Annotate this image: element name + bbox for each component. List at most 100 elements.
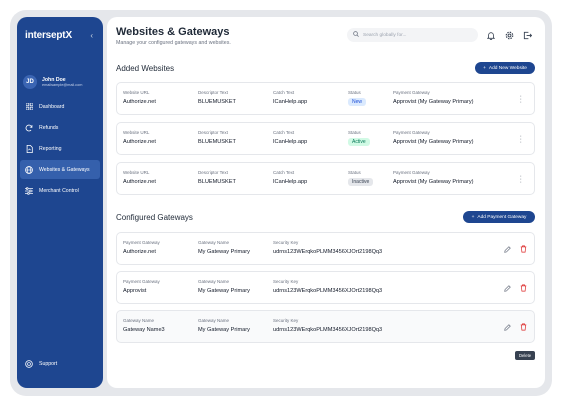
user-profile[interactable]: JD John Doe emailsample@mail.com — [23, 75, 82, 89]
status-badge: Inactive — [348, 178, 374, 186]
field-label: Gateway Name — [123, 318, 155, 323]
descriptor-text: BLUEMUSKET — [198, 179, 236, 185]
collapse-sidebar-icon[interactable]: ‹ — [90, 31, 93, 40]
website-card: Website URL Authorize.net Descriptor Text… — [116, 82, 535, 115]
website-url: Authorize.net — [123, 179, 156, 185]
sidebar-item-refunds[interactable]: Refunds — [20, 118, 100, 137]
added-websites-heading: Added Websites — [116, 64, 175, 73]
sidebar-item-label: Refunds — [39, 124, 59, 131]
status-badge: New — [348, 98, 367, 106]
edit-icon[interactable] — [503, 323, 511, 331]
payment-gateway: Approvist (My Gateway Primary) — [393, 179, 474, 185]
more-options-icon[interactable]: · · · — [520, 93, 522, 106]
descriptor-text: BLUEMUSKET — [198, 99, 236, 105]
field-label: Website URL — [123, 90, 150, 95]
gateway-name: My Gateway Primary — [198, 249, 250, 255]
field-label: Website URL — [123, 170, 150, 175]
sidebar-item-merchant-control[interactable]: Merchant Control — [20, 181, 100, 200]
edit-icon[interactable] — [503, 245, 511, 253]
more-options-icon[interactable]: · · · — [520, 173, 522, 186]
trash-icon[interactable] — [519, 323, 527, 331]
trash-icon[interactable] — [519, 284, 527, 292]
field-label: Gateway Name — [198, 318, 230, 323]
sidebar-item-support[interactable]: Support — [25, 360, 57, 368]
gateway-card: Payment Gateway Approvist Gateway Name My … — [116, 271, 535, 304]
sidebar-item-dashboard[interactable]: Dashboard — [20, 97, 100, 116]
avatar: JD — [23, 75, 37, 89]
search-placeholder: Search globally for... — [363, 32, 407, 38]
page-title: Websites & Gateways — [116, 26, 230, 38]
delete-tooltip: Delete — [515, 351, 536, 360]
gateway-name: My Gateway Primary — [198, 288, 250, 294]
more-options-icon[interactable]: · · · — [520, 133, 522, 146]
security-key: udrns123WErqkoPLMM3456XJOrt2198Qq3 — [273, 327, 383, 333]
main-content: Websites & Gateways Manage your configur… — [107, 17, 545, 388]
field-label: Descriptor Text — [198, 170, 228, 175]
grid-icon — [25, 103, 33, 111]
sidebar-item-websites-gateways[interactable]: Websites & Gateways — [20, 160, 100, 179]
catch-text: ICanHelp.app — [273, 139, 308, 145]
status-badge: Active — [348, 138, 370, 146]
page-subtitle: Manage your configured gateways and webs… — [116, 40, 231, 46]
field-label: Status — [348, 170, 361, 175]
field-label: Payment Gateway — [393, 90, 430, 95]
security-key: udrns123WErqkoPLMM3456XJOrt2198Qq3 — [273, 249, 383, 255]
field-label: Status — [348, 90, 361, 95]
edit-icon[interactable] — [503, 284, 511, 292]
global-search-input[interactable]: Search globally for... — [347, 28, 478, 42]
field-label: Security Key — [273, 240, 299, 245]
field-label: Catch Text — [273, 170, 295, 175]
trash-icon[interactable] — [519, 245, 527, 253]
field-label: Security Key — [273, 279, 299, 284]
field-label: Catch Text — [273, 90, 295, 95]
gateway-name: My Gateway Primary — [198, 327, 250, 333]
field-label: Payment Gateway — [393, 130, 430, 135]
security-key: udrns123WErqkoPLMM3456XJOrt2198Qq3 — [273, 288, 383, 294]
user-email: emailsample@mail.com — [42, 83, 83, 88]
descriptor-text: BLUEMUSKET — [198, 139, 236, 145]
configured-gateways-heading: Configured Gateways — [116, 213, 193, 222]
website-url: Authorize.net — [123, 139, 156, 145]
plus-icon: + — [471, 214, 475, 220]
search-icon — [353, 31, 359, 39]
field-label: Status — [348, 130, 361, 135]
gear-icon[interactable] — [504, 30, 514, 40]
sidebar-nav: Dashboard Refunds Reporting Websites & G… — [17, 97, 103, 202]
catch-text: ICanHelp.app — [273, 179, 308, 185]
plus-icon: + — [483, 65, 486, 71]
field-label: Website URL — [123, 130, 150, 135]
field-label: Payment Gateway — [393, 170, 430, 175]
sidebar: interseptX ‹ JD John Doe emailsample@mai… — [17, 17, 103, 388]
add-payment-gateway-button[interactable]: + Add Payment Gateway — [463, 211, 535, 223]
support-label: Support — [39, 361, 58, 367]
field-label: Descriptor Text — [198, 130, 228, 135]
website-card: Website URL Authorize.net Descriptor Text… — [116, 162, 535, 195]
sidebar-item-reporting[interactable]: Reporting — [20, 139, 100, 158]
sidebar-item-label: Dashboard — [39, 103, 65, 110]
field-label: Gateway Name — [198, 279, 230, 284]
sidebar-item-label: Reporting — [39, 145, 62, 152]
gateway-name: Gateway Name3 — [123, 327, 165, 333]
field-label: Catch Text — [273, 130, 295, 135]
file-icon — [25, 144, 33, 153]
bell-icon[interactable] — [486, 30, 496, 40]
add-new-website-button[interactable]: + Add New Website — [475, 62, 535, 74]
field-label: Payment Gateway — [123, 240, 160, 245]
support-icon — [25, 360, 33, 368]
website-url: Authorize.net — [123, 99, 156, 105]
app-logo: interseptX — [25, 30, 72, 41]
logout-icon[interactable] — [522, 30, 532, 40]
payment-gateway: Approvist (My Gateway Primary) — [393, 99, 474, 105]
globe-icon — [25, 165, 33, 174]
sidebar-item-label: Websites & Gateways — [39, 166, 90, 173]
payment-gateway: Approvist (My Gateway Primary) — [393, 139, 474, 145]
sliders-icon — [25, 186, 33, 195]
catch-text: ICanHelp.app — [273, 99, 308, 105]
website-card: Website URL Authorize.net Descriptor Text… — [116, 122, 535, 155]
field-label: Descriptor Text — [198, 90, 228, 95]
sidebar-item-label: Merchant Control — [39, 187, 79, 194]
field-label: Gateway Name — [198, 240, 230, 245]
field-label: Payment Gateway — [123, 279, 160, 284]
gateway-card: Gateway Name Gateway Name3 Gateway Name My… — [116, 310, 535, 343]
field-label: Security Key — [273, 318, 299, 323]
